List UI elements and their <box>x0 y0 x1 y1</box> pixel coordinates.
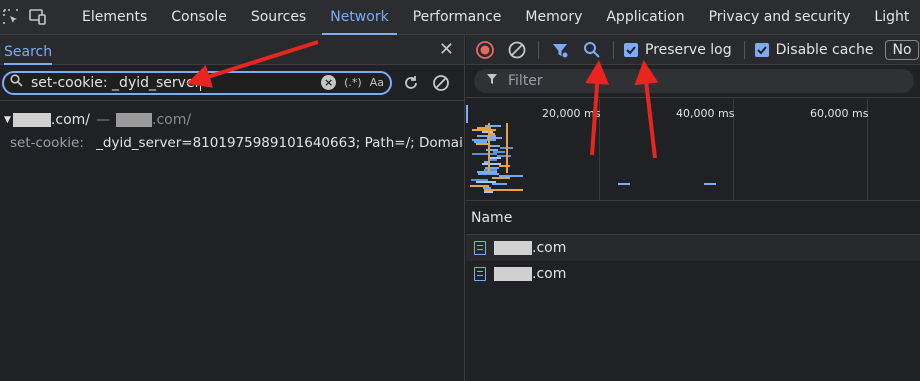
document-icon <box>474 267 486 281</box>
clear-icon[interactable] <box>506 39 528 61</box>
device-toggle-icon[interactable] <box>28 4 48 30</box>
network-toolbar: Preserve log Disable cache No <box>466 35 920 65</box>
name-column-header[interactable]: Name <box>466 201 920 235</box>
timeline-request-bar <box>478 173 499 175</box>
document-icon <box>474 241 486 255</box>
disable-cache-label[interactable]: Disable cache <box>776 42 874 58</box>
match-key: set-cookie: <box>10 135 84 151</box>
tab-application[interactable]: Application <box>594 0 696 35</box>
redacted-request-name <box>494 267 532 281</box>
timeline-request-bar <box>488 123 490 173</box>
tab-sources[interactable]: Sources <box>239 0 318 35</box>
timeline-request-bar <box>472 153 497 155</box>
preserve-log-label[interactable]: Preserve log <box>645 42 732 58</box>
regex-toggle[interactable]: (.*) <box>344 76 362 89</box>
tab-privacy-security[interactable]: Privacy and security <box>697 0 863 35</box>
timeline-request-bar <box>498 165 510 167</box>
timeline-request-bar <box>475 143 489 145</box>
redacted-request-name <box>494 241 532 255</box>
result-path-suffix: .com/ <box>152 112 192 128</box>
filter-funnel-icon <box>486 73 498 89</box>
request-row[interactable]: .com <box>466 261 920 287</box>
filter-icon[interactable] <box>549 39 571 61</box>
timeline-tick-label: 20,000 ms <box>542 107 601 120</box>
timeline-request-bar <box>704 183 716 185</box>
timeline-request-bar <box>618 183 630 185</box>
filter-placeholder: Filter <box>508 73 543 89</box>
inspect-icon[interactable] <box>2 4 20 30</box>
refresh-icon[interactable] <box>398 70 424 96</box>
toolbar-divider <box>538 40 539 59</box>
request-row[interactable]: .com <box>466 235 920 261</box>
search-panel-title[interactable]: Search <box>4 35 53 65</box>
timeline-request-bar <box>489 159 497 161</box>
tab-console[interactable]: Console <box>159 0 239 35</box>
search-input[interactable]: set-cookie: _dyid_server × (.*) Aa <box>2 70 392 95</box>
result-separator: — <box>96 112 110 128</box>
search-icon <box>10 74 23 91</box>
match-value: _dyid_server=8101975989101640663; Path=/… <box>96 135 462 151</box>
search-result-match[interactable]: set-cookie: _dyid_server=810197598910164… <box>10 135 462 151</box>
throttling-select[interactable]: No <box>885 39 919 60</box>
tab-performance[interactable]: Performance <box>401 0 514 35</box>
search-panel-header: Search ✕ <box>0 35 464 65</box>
search-panel: Search ✕ set-cookie: _dyid_server × (.*)… <box>0 35 465 381</box>
redacted-path <box>116 113 152 127</box>
timeline-request-bar <box>484 191 494 193</box>
toolbar-divider <box>743 40 745 59</box>
request-name-suffix: .com <box>532 240 567 256</box>
timeline-request-bar <box>506 123 508 173</box>
tab-network[interactable]: Network <box>318 0 400 35</box>
expand-triangle-icon[interactable]: ▼ <box>4 115 11 125</box>
timeline-tick-label: 60,000 ms <box>810 107 869 120</box>
filter-input[interactable]: Filter <box>474 69 914 93</box>
search-query[interactable]: set-cookie: _dyid_server <box>23 74 321 91</box>
filter-row: Filter <box>466 65 920 98</box>
clear-icon[interactable] <box>428 70 454 96</box>
tab-elements[interactable]: Elements <box>70 0 159 35</box>
network-panel: Preserve log Disable cache No Filter 20,… <box>466 35 920 381</box>
timeline-request-bar <box>492 177 511 179</box>
request-name-suffix: .com <box>532 266 567 282</box>
result-file-suffix: .com/ <box>50 112 90 128</box>
timeline-tick-label: 40,000 ms <box>676 107 735 120</box>
disable-cache-checkbox[interactable] <box>754 42 769 57</box>
devtools-tab-bar: Elements Console Sources Network Perform… <box>0 0 920 35</box>
tab-lighthouse[interactable]: Light <box>862 0 920 35</box>
match-case-toggle[interactable]: Aa <box>370 76 384 89</box>
clear-input-icon[interactable]: × <box>321 75 337 90</box>
toolbar-divider <box>613 40 614 59</box>
network-timeline-overview[interactable]: 20,000 ms 40,000 ms 60,000 ms <box>466 99 920 201</box>
close-icon[interactable]: ✕ <box>439 39 454 60</box>
timeline-request-bar <box>492 183 507 185</box>
search-result-file[interactable]: ▼ .com/ — .com/ <box>4 112 191 128</box>
tab-memory[interactable]: Memory <box>513 0 594 35</box>
timeline-start-marker <box>466 105 468 123</box>
search-row: set-cookie: _dyid_server × (.*) Aa <box>0 65 464 101</box>
record-icon[interactable] <box>474 39 496 61</box>
preserve-log-checkbox[interactable] <box>624 42 638 57</box>
redacted-domain <box>12 113 51 127</box>
search-icon[interactable] <box>581 39 603 61</box>
